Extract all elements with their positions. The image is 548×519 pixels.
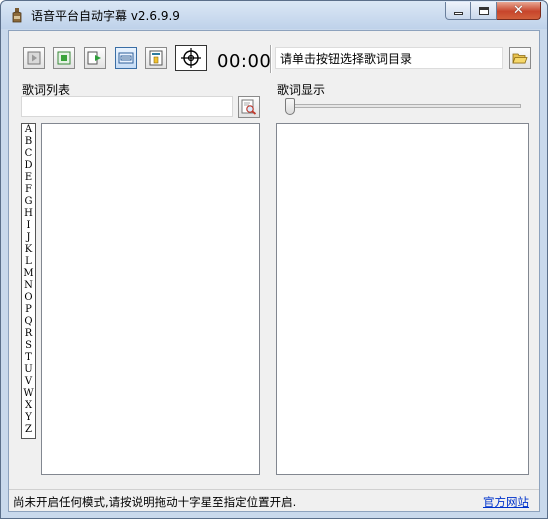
toolbar-divider	[270, 45, 272, 73]
alphabet-letter[interactable]: U	[22, 364, 35, 376]
progress-slider-track[interactable]	[287, 104, 521, 108]
alphabet-letter[interactable]: Q	[22, 316, 35, 328]
status-message: 尚未开启任何模式,请按说明拖动十字星至指定位置开启.	[13, 495, 297, 509]
alphabet-letter[interactable]: V	[22, 376, 35, 388]
lyrics-directory-field: 请单击按钮选择歌词目录	[275, 47, 503, 69]
alphabet-letter[interactable]: N	[22, 280, 35, 292]
alphabet-letter[interactable]: C	[22, 148, 35, 160]
alphabet-letter[interactable]: Z	[22, 424, 35, 436]
alphabet-letter[interactable]: W	[22, 388, 35, 400]
alphabet-letter[interactable]: S	[22, 340, 35, 352]
caption-buttons: ✕	[445, 2, 541, 20]
title-bar[interactable]: 语音平台自动字幕 v2.6.9.9 ✕	[1, 1, 547, 29]
crosshair-button[interactable]	[175, 45, 207, 71]
alphabet-letter[interactable]: X	[22, 400, 35, 412]
alphabet-letter[interactable]: O	[22, 292, 35, 304]
bottle-icon	[12, 8, 22, 23]
lyrics-display	[276, 123, 529, 475]
client-area: 00:00 请单击按钮选择歌词目录 歌词列表 ABCDEFGHIJKLMNOPQ…	[8, 30, 540, 512]
maximize-icon	[478, 6, 489, 15]
text-frame-icon	[149, 50, 163, 66]
alphabet-letter[interactable]: K	[22, 244, 35, 256]
screen-icon	[118, 52, 134, 64]
browse-folder-button[interactable]	[509, 47, 531, 69]
search-icon	[241, 99, 257, 115]
lyrics-search-input[interactable]	[21, 96, 233, 117]
alphabet-letter[interactable]: P	[22, 304, 35, 316]
progress-slider-thumb[interactable]	[285, 98, 295, 115]
close-icon: ✕	[513, 3, 524, 18]
alphabet-letter[interactable]: I	[22, 220, 35, 232]
alphabet-letter[interactable]: T	[22, 352, 35, 364]
stop-icon	[57, 51, 71, 65]
alphabet-letter[interactable]: J	[22, 232, 35, 244]
alphabet-letter[interactable]: G	[22, 196, 35, 208]
lyrics-list[interactable]	[41, 123, 260, 475]
alphabet-letter[interactable]: A	[22, 124, 35, 136]
app-window: 语音平台自动字幕 v2.6.9.9 ✕ 00:00 请单击按钮选择歌词目录 歌词…	[0, 0, 548, 519]
alphabet-letter[interactable]: L	[22, 256, 35, 268]
maximize-button[interactable]	[471, 2, 497, 20]
play-icon	[27, 51, 41, 65]
minimize-button[interactable]	[445, 2, 471, 20]
folder-open-icon	[512, 53, 528, 64]
screen-mode-button[interactable]	[115, 47, 137, 69]
alphabet-letter[interactable]: E	[22, 172, 35, 184]
alphabet-letter[interactable]: Y	[22, 412, 35, 424]
alphabet-index: ABCDEFGHIJKLMNOPQRSTUVWXYZ	[21, 123, 36, 439]
official-site-link[interactable]: 官方网站	[483, 494, 529, 510]
alphabet-letter[interactable]: F	[22, 184, 35, 196]
time-display: 00:00	[217, 51, 272, 72]
alphabet-letter[interactable]: B	[22, 136, 35, 148]
search-button[interactable]	[238, 96, 260, 118]
alphabet-letter[interactable]: D	[22, 160, 35, 172]
text-mode-button[interactable]	[145, 47, 167, 69]
lyrics-display-title: 歌词显示	[277, 83, 326, 97]
crosshair-icon	[181, 48, 201, 68]
status-bar: 尚未开启任何模式,请按说明拖动十字星至指定位置开启. 官方网站	[9, 489, 539, 511]
resume-icon	[87, 51, 101, 65]
alphabet-letter[interactable]: R	[22, 328, 35, 340]
minimize-icon	[453, 12, 463, 15]
close-button[interactable]: ✕	[497, 2, 541, 20]
alphabet-letter[interactable]: H	[22, 208, 35, 220]
alphabet-letter[interactable]: M	[22, 268, 35, 280]
resume-button[interactable]	[84, 47, 106, 69]
window-title: 语音平台自动字幕 v2.6.9.9	[31, 9, 180, 23]
stop-button[interactable]	[53, 47, 75, 69]
play-button[interactable]	[23, 47, 45, 69]
